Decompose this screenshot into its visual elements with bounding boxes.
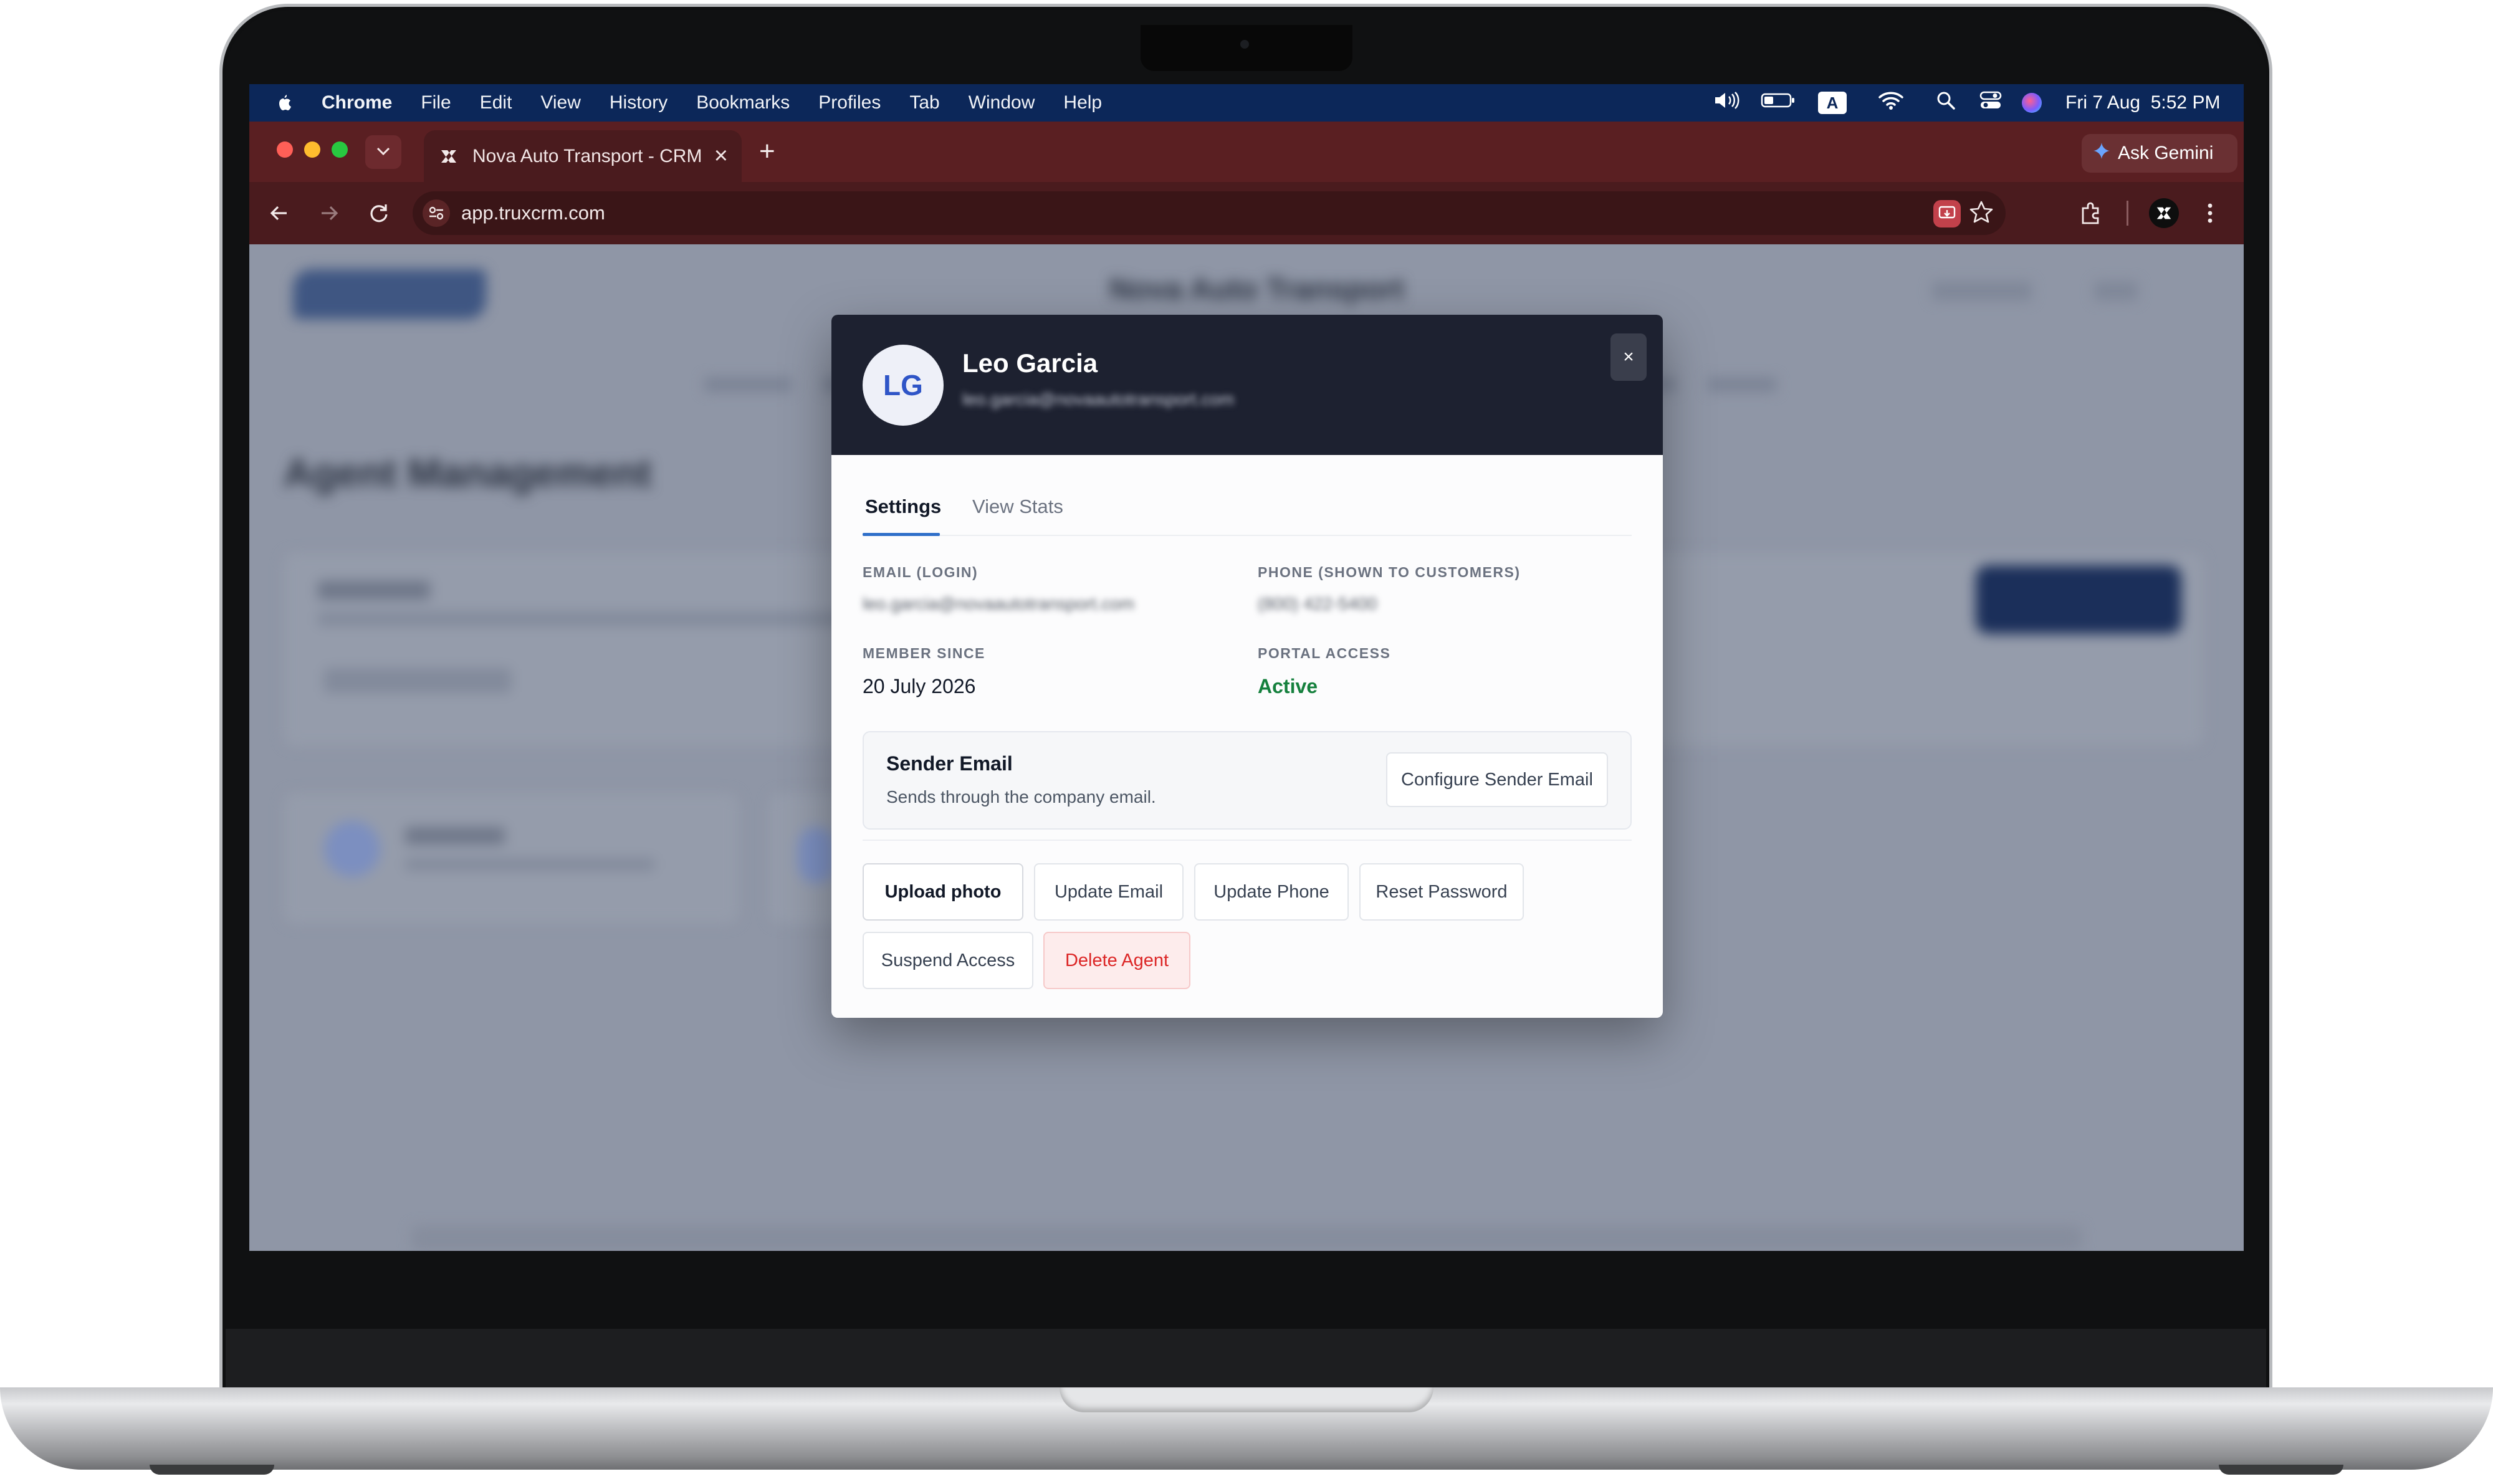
update-phone-label: Update Phone: [1213, 881, 1329, 902]
menubar-clock[interactable]: Fri 7 Aug 5:52 PM: [2065, 92, 2220, 113]
upload-photo-label: Upload photo: [884, 881, 1002, 902]
email-label: EMAIL (LOGIN): [863, 564, 979, 580]
camera-icon: [1240, 40, 1249, 49]
reset-password-button[interactable]: Reset Password: [1359, 863, 1524, 921]
forward-arrow-icon[interactable]: [318, 202, 340, 227]
gemini-sparkle-icon: [2093, 142, 2110, 165]
menu-tab[interactable]: Tab: [909, 92, 939, 113]
sender-email-card: Sender Email Sends through the company e…: [863, 731, 1632, 830]
delete-agent-button[interactable]: Delete Agent: [1043, 932, 1190, 989]
email-value: leo.garcia@novaautotransport.com: [863, 594, 1135, 613]
phone-label: PHONE (SHOWN TO CUSTOMERS): [1258, 564, 1521, 580]
company-logo: [293, 269, 486, 319]
agent-detail-modal: LG Leo Garcia leo.garcia@novaautotranspo…: [831, 315, 1663, 1018]
browser-toolbar: app.truxcrm.com: [249, 182, 2244, 244]
configure-sender-email-label: Configure Sender Email: [1401, 769, 1593, 790]
menu-file[interactable]: File: [421, 92, 451, 113]
upload-photo-button[interactable]: Upload photo: [863, 863, 1023, 921]
ask-gemini-label: Ask Gemini: [2118, 143, 2214, 163]
browser-tab-active[interactable]: Nova Auto Transport - CRM ×: [424, 130, 742, 182]
menu-app-chrome[interactable]: Chrome: [322, 92, 392, 113]
tab-settings[interactable]: Settings: [865, 495, 941, 518]
window-close-button[interactable]: [277, 141, 293, 158]
site-settings-icon[interactable]: [423, 199, 450, 227]
member-since-label: MEMBER SINCE: [863, 645, 985, 661]
window-zoom-button[interactable]: [332, 141, 348, 158]
tab-view-stats[interactable]: View Stats: [972, 495, 1063, 518]
tab-title: Nova Auto Transport - CRM: [472, 145, 702, 166]
update-email-button[interactable]: Update Email: [1034, 863, 1184, 921]
new-tab-button[interactable]: +: [759, 138, 775, 165]
phone-value: (800) 422-5400: [1258, 594, 1377, 613]
battery-icon[interactable]: [1761, 92, 1797, 114]
menu-history[interactable]: History: [610, 92, 668, 113]
member-since-value: 20 July 2026: [863, 675, 976, 697]
suspend-access-button[interactable]: Suspend Access: [863, 932, 1033, 989]
control-center-icon[interactable]: [1979, 90, 2003, 115]
laptop-foot-left: [150, 1465, 274, 1475]
avatar: LG: [863, 345, 944, 426]
menu-help[interactable]: Help: [1063, 92, 1102, 113]
portal-access-label: PORTAL ACCESS: [1258, 645, 1391, 661]
reset-password-label: Reset Password: [1376, 881, 1508, 902]
input-source-indicator[interactable]: A: [1818, 92, 1847, 114]
address-bar[interactable]: app.truxcrm.com: [413, 191, 2006, 235]
update-email-label: Update Email: [1054, 881, 1164, 902]
page-title: Agent Management: [284, 451, 652, 495]
laptop-opening-notch: [1060, 1387, 1433, 1412]
siri-icon[interactable]: [2022, 93, 2042, 113]
modal-header: LG Leo Garcia leo.garcia@novaautotranspo…: [831, 315, 1663, 455]
bookmark-star-icon[interactable]: [1969, 200, 1993, 229]
window-minimize-button[interactable]: [304, 141, 320, 158]
menu-window[interactable]: Window: [969, 92, 1035, 113]
menu-bookmarks[interactable]: Bookmarks: [696, 92, 790, 113]
browser-tab-strip: Nova Auto Transport - CRM × + Ask Gemini: [249, 122, 2244, 182]
more-vertical-icon[interactable]: [2206, 201, 2214, 229]
ask-gemini-button[interactable]: Ask Gemini: [2082, 134, 2237, 173]
portal-access-status: Active: [1258, 675, 1318, 697]
url-text: app.truxcrm.com: [461, 202, 605, 224]
suspend-access-label: Suspend Access: [881, 950, 1015, 970]
toolbar-divider: [2127, 201, 2128, 226]
wifi-icon[interactable]: [1878, 91, 1905, 115]
reload-icon[interactable]: [368, 202, 390, 227]
modal-close-button[interactable]: ×: [1610, 333, 1647, 381]
apple-menu-icon[interactable]: [274, 92, 293, 113]
page-header-title: Nova Auto Transport: [1109, 273, 1404, 306]
sender-email-title: Sender Email: [886, 752, 1013, 775]
active-tab-indicator: [863, 533, 940, 536]
delete-agent-label: Delete Agent: [1065, 950, 1169, 970]
laptop-foot-right: [2219, 1465, 2343, 1475]
back-arrow-icon[interactable]: [268, 202, 290, 227]
tab-search-button[interactable]: [365, 135, 401, 169]
actions-divider: [863, 840, 1632, 841]
menu-edit[interactable]: Edit: [480, 92, 512, 113]
agent-email-header: leo.garcia@novaautotransport.com: [962, 390, 1235, 409]
profile-avatar[interactable]: [2149, 198, 2179, 228]
sender-email-subtitle: Sends through the company email.: [886, 787, 1156, 807]
tabs-divider: [863, 535, 1632, 536]
configure-sender-email-button[interactable]: Configure Sender Email: [1386, 752, 1608, 807]
screen: Chrome File Edit View History Bookmarks …: [249, 84, 2244, 1251]
site-favicon-icon: [438, 145, 460, 168]
menu-profiles[interactable]: Profiles: [818, 92, 881, 113]
cast-install-icon[interactable]: [1933, 200, 1961, 227]
menu-view[interactable]: View: [540, 92, 580, 113]
close-icon: ×: [1623, 347, 1634, 367]
laptop-chin: [226, 1329, 2266, 1389]
extensions-puzzle-icon[interactable]: [2078, 201, 2103, 229]
agent-name: Leo Garcia: [962, 348, 1098, 378]
spotlight-search-icon[interactable]: [1936, 90, 1957, 115]
mac-menubar: Chrome File Edit View History Bookmarks …: [249, 84, 2244, 122]
update-phone-button[interactable]: Update Phone: [1194, 863, 1349, 921]
chevron-down-icon: [376, 146, 391, 159]
tab-close-icon[interactable]: ×: [714, 143, 728, 170]
volume-icon[interactable]: [1713, 91, 1741, 115]
